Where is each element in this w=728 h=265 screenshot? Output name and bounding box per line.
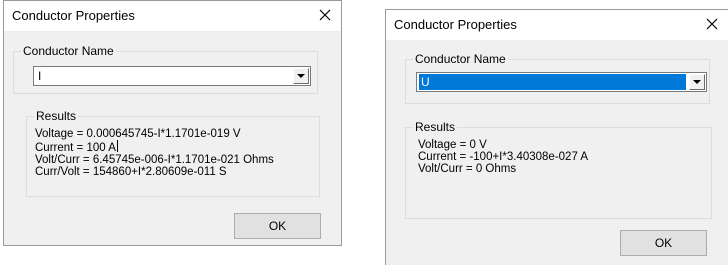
result-line-volt-curr: Volt/Curr = 0 Ohms [418, 163, 517, 175]
results-group: Results Voltage = 0 V Current = -100+I*3… [405, 120, 712, 219]
dialog-title: Conductor Properties [394, 17, 517, 32]
results-group: Results Voltage = 0.000645745-I*1.1701e-… [26, 109, 320, 197]
dropdown-button[interactable] [689, 74, 705, 90]
results-label: Results [34, 109, 79, 123]
conductor-name-dropdown[interactable]: I [33, 66, 311, 86]
close-icon [319, 9, 331, 21]
results-text: Voltage = 0 V Current = -100+I*3.40308e-… [418, 139, 588, 175]
result-line-voltage: Voltage = 0.000645745-I*1.1701e-019 V [35, 128, 241, 140]
conductor-name-dropdown[interactable]: U [416, 72, 707, 92]
text-cursor [116, 140, 118, 152]
result-line-voltage: Voltage = 0 V [418, 139, 487, 151]
conductor-name-value: U [419, 74, 686, 90]
title-bar[interactable]: Conductor Properties [386, 10, 728, 40]
result-line-current: Current = -100+I*3.40308e-027 A [418, 151, 589, 163]
conductor-name-value: I [38, 69, 42, 83]
title-bar[interactable]: Conductor Properties [4, 1, 341, 31]
dropdown-button[interactable] [293, 68, 309, 84]
chevron-down-icon [693, 80, 701, 84]
result-line-current: Current = 100 A [35, 140, 118, 154]
chevron-down-icon [297, 74, 305, 78]
conductor-properties-dialog: Conductor Properties Conductor Name U Re… [385, 9, 728, 265]
conductor-name-group: Conductor Name U [405, 52, 710, 104]
ok-button[interactable]: OK [620, 230, 707, 256]
conductor-name-label: Conductor Name [413, 52, 508, 66]
dialog-client-area: Conductor Name I Results Voltage = 0.000… [4, 31, 341, 245]
result-line-curr-volt: Curr/Volt = 154860+I*2.80609e-011 S [35, 166, 227, 178]
conductor-name-group: Conductor Name I [13, 44, 318, 94]
results-label: Results [413, 120, 458, 134]
result-line-volt-curr: Volt/Curr = 6.45745e-006-I*1.1701e-021 O… [35, 154, 274, 166]
close-button[interactable] [313, 4, 337, 26]
conductor-name-label: Conductor Name [21, 44, 116, 58]
dialog-title: Conductor Properties [12, 8, 135, 23]
ok-button[interactable]: OK [234, 213, 321, 239]
close-icon [706, 18, 718, 30]
results-text: Voltage = 0.000645745-I*1.1701e-019 V Cu… [35, 128, 274, 178]
close-button[interactable] [700, 13, 724, 35]
dialog-client-area: Conductor Name U Results Voltage = 0 V C… [386, 40, 728, 265]
conductor-properties-dialog: Conductor Properties Conductor Name I Re… [3, 0, 342, 246]
